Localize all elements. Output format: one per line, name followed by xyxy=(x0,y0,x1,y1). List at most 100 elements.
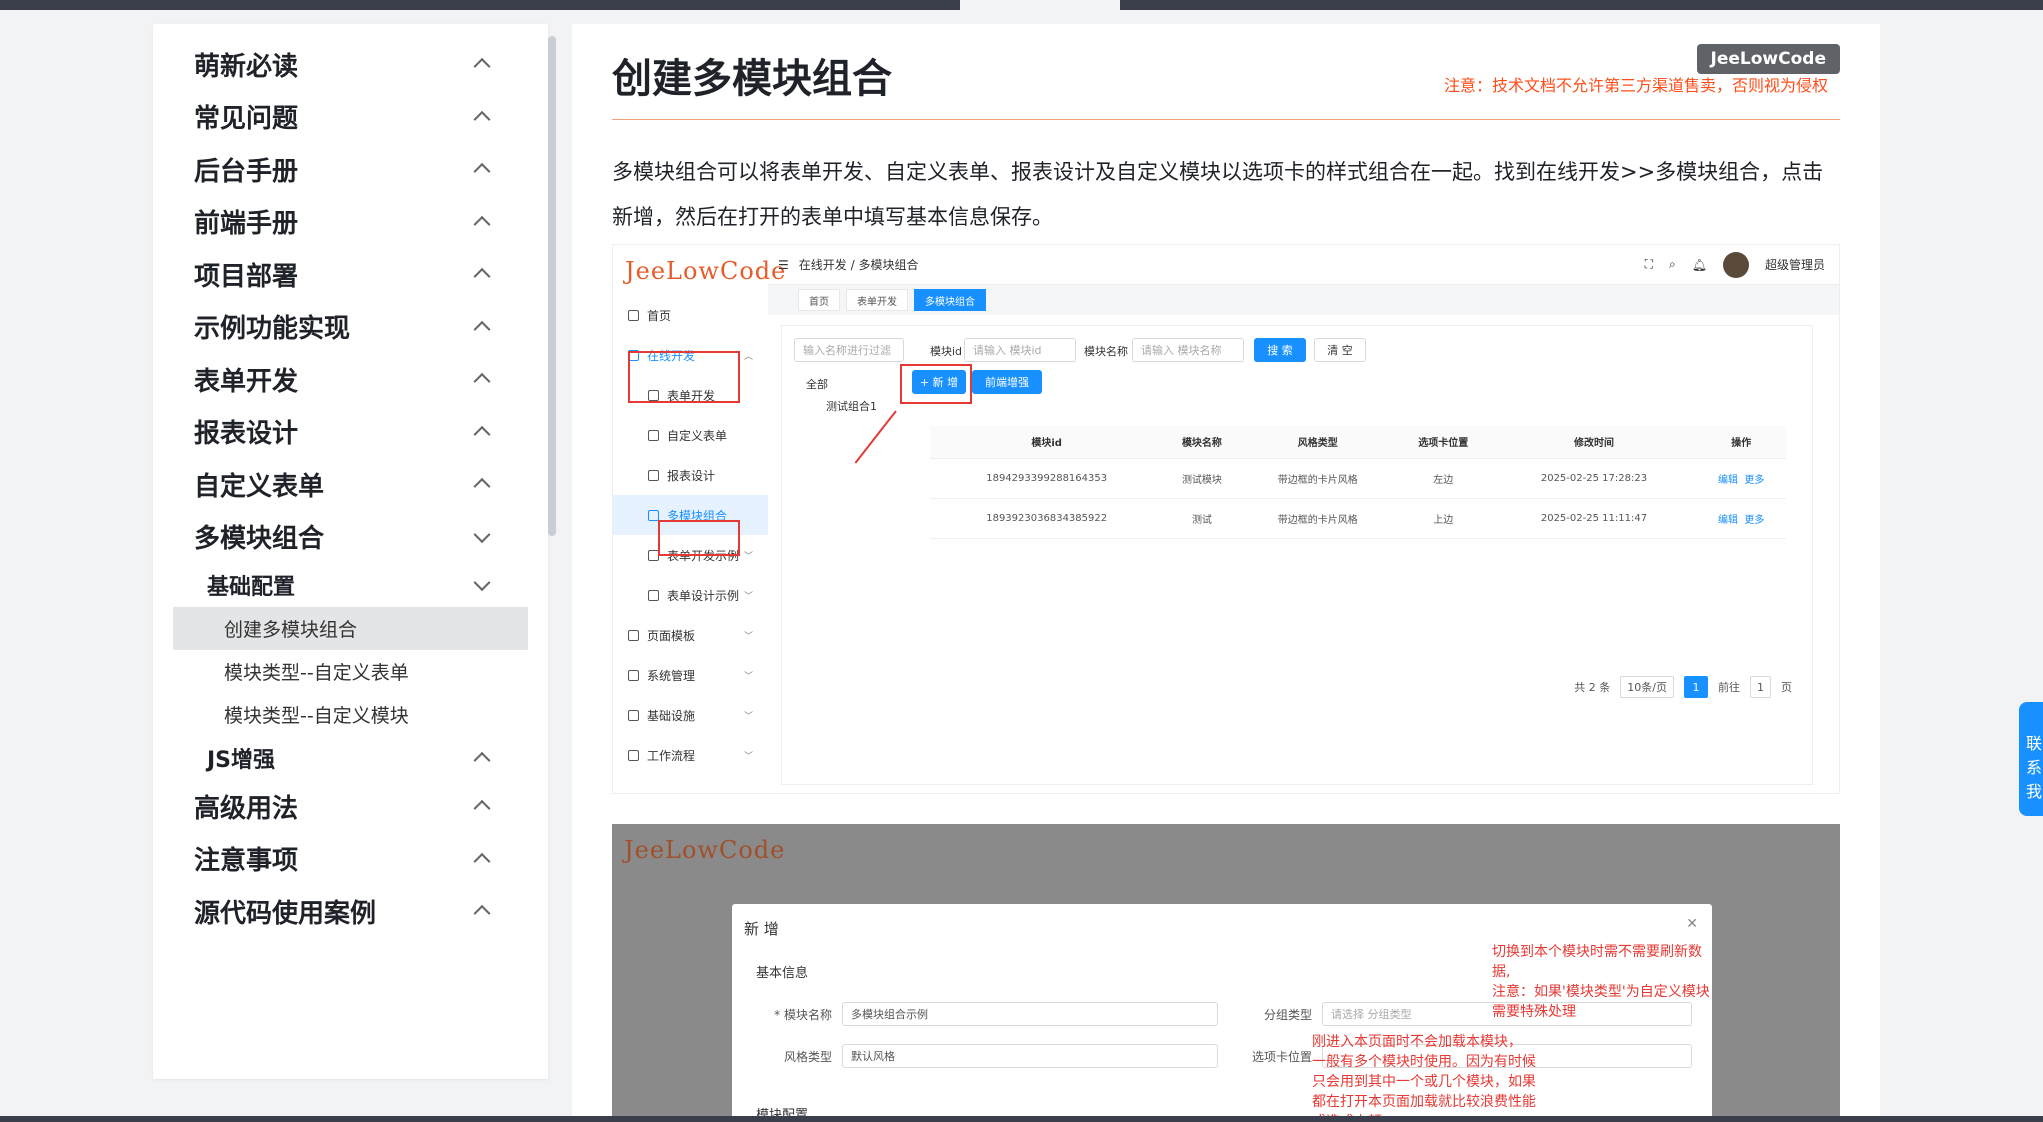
edit-link[interactable]: 编辑 xyxy=(1718,515,1738,526)
home-icon xyxy=(628,309,639,321)
nav-item-custom-form[interactable]: 自定义表单 xyxy=(153,458,548,511)
tab-multi-module[interactable]: 多模块组合 xyxy=(914,289,986,311)
col-name: 模块名称 xyxy=(1163,426,1241,459)
chevron-up-icon xyxy=(473,425,491,443)
more-link[interactable]: 更多 xyxy=(1744,475,1764,486)
menu-home[interactable]: 首页 xyxy=(613,295,768,335)
cell-id: 1893923036834385922 xyxy=(930,498,1164,539)
chevron-down-icon xyxy=(473,574,491,592)
page-title: 创建多模块组合 xyxy=(612,56,892,102)
close-icon[interactable]: ✕ xyxy=(1686,916,1698,932)
tree-node-all[interactable]: 全部 xyxy=(806,376,828,392)
fullscreen-icon[interactable]: ⛶ xyxy=(1645,257,1653,272)
tab-form-dev[interactable]: 表单开发 xyxy=(846,289,908,311)
highlight-add-button xyxy=(900,364,972,404)
nav-item-examples[interactable]: 示例功能实现 xyxy=(153,301,548,354)
sidebar-scrollbar[interactable] xyxy=(548,36,556,536)
tab-home[interactable]: 首页 xyxy=(798,289,840,311)
chevron-up-icon: ︿ xyxy=(743,351,753,362)
nav-item-newbie[interactable]: 萌新必读 xyxy=(153,38,548,91)
name-input[interactable]: 多模块组合示例 xyxy=(842,1002,1218,1026)
chevron-up-icon xyxy=(473,215,491,233)
clear-button[interactable]: 清 空 xyxy=(1314,338,1366,362)
col-actions: 操作 xyxy=(1696,426,1786,459)
name-label: * 模块名称 xyxy=(774,1008,832,1022)
menu-system[interactable]: 系统管理 ﹀ xyxy=(613,655,768,695)
filter-id-label: 模块id xyxy=(930,345,963,358)
chevron-up-icon xyxy=(473,800,491,818)
col-tab-pos: 选项卡位置 xyxy=(1394,426,1492,459)
frontend-enhance-button[interactable]: 前端增强 xyxy=(972,370,1042,394)
goto-input[interactable]: 1 xyxy=(1750,676,1771,698)
page-1-button[interactable]: 1 xyxy=(1684,676,1708,698)
cell-actions: 编辑 更多 xyxy=(1696,458,1786,499)
nav-leaf-type-form[interactable]: 模块类型--自定义表单 xyxy=(153,650,548,693)
search-icon[interactable]: ⌕ xyxy=(1669,257,1676,272)
nav-item-faq[interactable]: 常见问题 xyxy=(153,91,548,144)
nav-leaf-type-module[interactable]: 模块类型--自定义模块 xyxy=(153,693,548,736)
col-id: 模块id xyxy=(930,426,1164,459)
annotation-refresh: 切换到本个模块时需不需要刷新数据, 注意：如果'模块类型'为自定义模块 需要特殊… xyxy=(1492,944,1710,1020)
more-link[interactable]: 更多 xyxy=(1744,515,1764,526)
nav-item-deploy[interactable]: 项目部署 xyxy=(153,248,548,301)
grid-icon xyxy=(628,669,639,681)
menu-form-design-example[interactable]: 表单设计示例 ﹀ xyxy=(613,575,768,615)
page-size-select[interactable]: 10条/页 xyxy=(1620,676,1674,698)
nav-item-multi-module[interactable]: 多模块组合 xyxy=(153,511,548,564)
chevron-up-icon xyxy=(473,852,491,870)
cell-time: 2025-02-25 11:11:47 xyxy=(1491,498,1697,539)
menu-infra[interactable]: 基础设施 ﹀ xyxy=(613,695,768,735)
nav-sub-js[interactable]: JS增强 xyxy=(153,736,548,780)
filter-id-input[interactable]: 请输入 模块id xyxy=(964,338,1076,362)
chevron-up-icon xyxy=(473,110,491,128)
filter-name-input[interactable]: 请输入 模块名称 xyxy=(1132,338,1244,362)
edit-link[interactable]: 编辑 xyxy=(1718,475,1738,486)
tab-pos-label: 选项卡位置 xyxy=(1251,1050,1312,1064)
contact-side-tab[interactable]: 联系我 xyxy=(2019,702,2043,816)
menu-custom-form[interactable]: 自定义表单 xyxy=(613,415,768,455)
page-unit: 页 xyxy=(1781,681,1792,694)
style-select[interactable]: 默认风格 xyxy=(842,1044,1218,1068)
table-row[interactable]: 1894293399288164353 测试模块 带边框的卡片风格 左边 202… xyxy=(930,458,1786,499)
menu-workflow[interactable]: 工作流程 ﹀ xyxy=(613,735,768,775)
nav-sub-basic-config[interactable]: 基础配置 xyxy=(153,563,548,607)
menu-page-template[interactable]: 页面模板 ﹀ xyxy=(613,615,768,655)
edit-icon xyxy=(648,429,659,441)
pagination: 共 2 条 10条/页 1 前往 1 页 xyxy=(1574,676,1792,698)
cell-actions: 编辑 更多 xyxy=(1696,498,1786,539)
menu-report[interactable]: 报表设计 xyxy=(613,455,768,495)
app-tabs: 首页 表单开发 多模块组合 xyxy=(768,285,1839,315)
nav-item-advanced[interactable]: 高级用法 xyxy=(153,780,548,833)
nav-item-report[interactable]: 报表设计 xyxy=(153,406,548,459)
nav-leaf-create[interactable]: 创建多模块组合 xyxy=(173,607,528,650)
brand-badge: JeeLowCode xyxy=(1696,44,1840,74)
list-panel: 输入名称进行过滤 全部 测试组合1 模块id 请输入 模块id 模块名称 请输入… xyxy=(781,325,1813,785)
nav-item-form-dev[interactable]: 表单开发 xyxy=(153,353,548,406)
doc-nav: 萌新必读 常见问题 后台手册 前端手册 项目部署 示例功能实现 表单开发 报表设… xyxy=(153,38,548,938)
nav-item-source-cases[interactable]: 源代码使用案例 xyxy=(153,885,548,938)
table-header: 模块id 模块名称 风格类型 选项卡位置 修改时间 操作 xyxy=(930,426,1786,459)
article: 创建多模块组合 JeeLowCode 注意：技术文档不允许第三方渠道售卖，否则视… xyxy=(572,24,1880,1122)
chevron-up-icon xyxy=(473,751,491,769)
copyright-notice: 注意：技术文档不允许第三方渠道售卖，否则视为侵权 xyxy=(1443,76,1828,95)
nav-item-notes[interactable]: 注意事项 xyxy=(153,833,548,886)
bell-icon[interactable]: 🔔︎ xyxy=(1692,258,1707,272)
menu-toggle-icon[interactable]: ☰ xyxy=(778,258,789,272)
workflow-icon xyxy=(628,749,639,761)
nav-item-frontend[interactable]: 前端手册 xyxy=(153,196,548,249)
tree-filter-input[interactable]: 输入名称进行过滤 xyxy=(794,338,904,362)
highlight-multi-module xyxy=(658,520,740,556)
user-name[interactable]: 超级管理员 xyxy=(1765,256,1825,273)
tree-node-combo[interactable]: 测试组合1 xyxy=(826,398,877,414)
total-count: 共 2 条 xyxy=(1574,681,1611,694)
chevron-down-icon: ﹀ xyxy=(743,671,753,682)
avatar[interactable] xyxy=(1722,251,1749,278)
nav-item-backend[interactable]: 后台手册 xyxy=(153,143,548,196)
table-row[interactable]: 1893923036834385922 测试 带边框的卡片风格 上边 2025-… xyxy=(930,498,1786,539)
goto-label: 前往 xyxy=(1718,681,1740,694)
search-button[interactable]: 搜 索 xyxy=(1254,338,1306,362)
screenshot-dialog: JeeLowCode 新 增 ✕ 基本信息 * 模块名称 多模块组合示例 分组类… xyxy=(612,824,1840,1122)
cell-time: 2025-02-25 17:28:23 xyxy=(1491,458,1697,499)
col-time: 修改时间 xyxy=(1491,426,1697,459)
bottom-bar xyxy=(0,1116,2043,1122)
